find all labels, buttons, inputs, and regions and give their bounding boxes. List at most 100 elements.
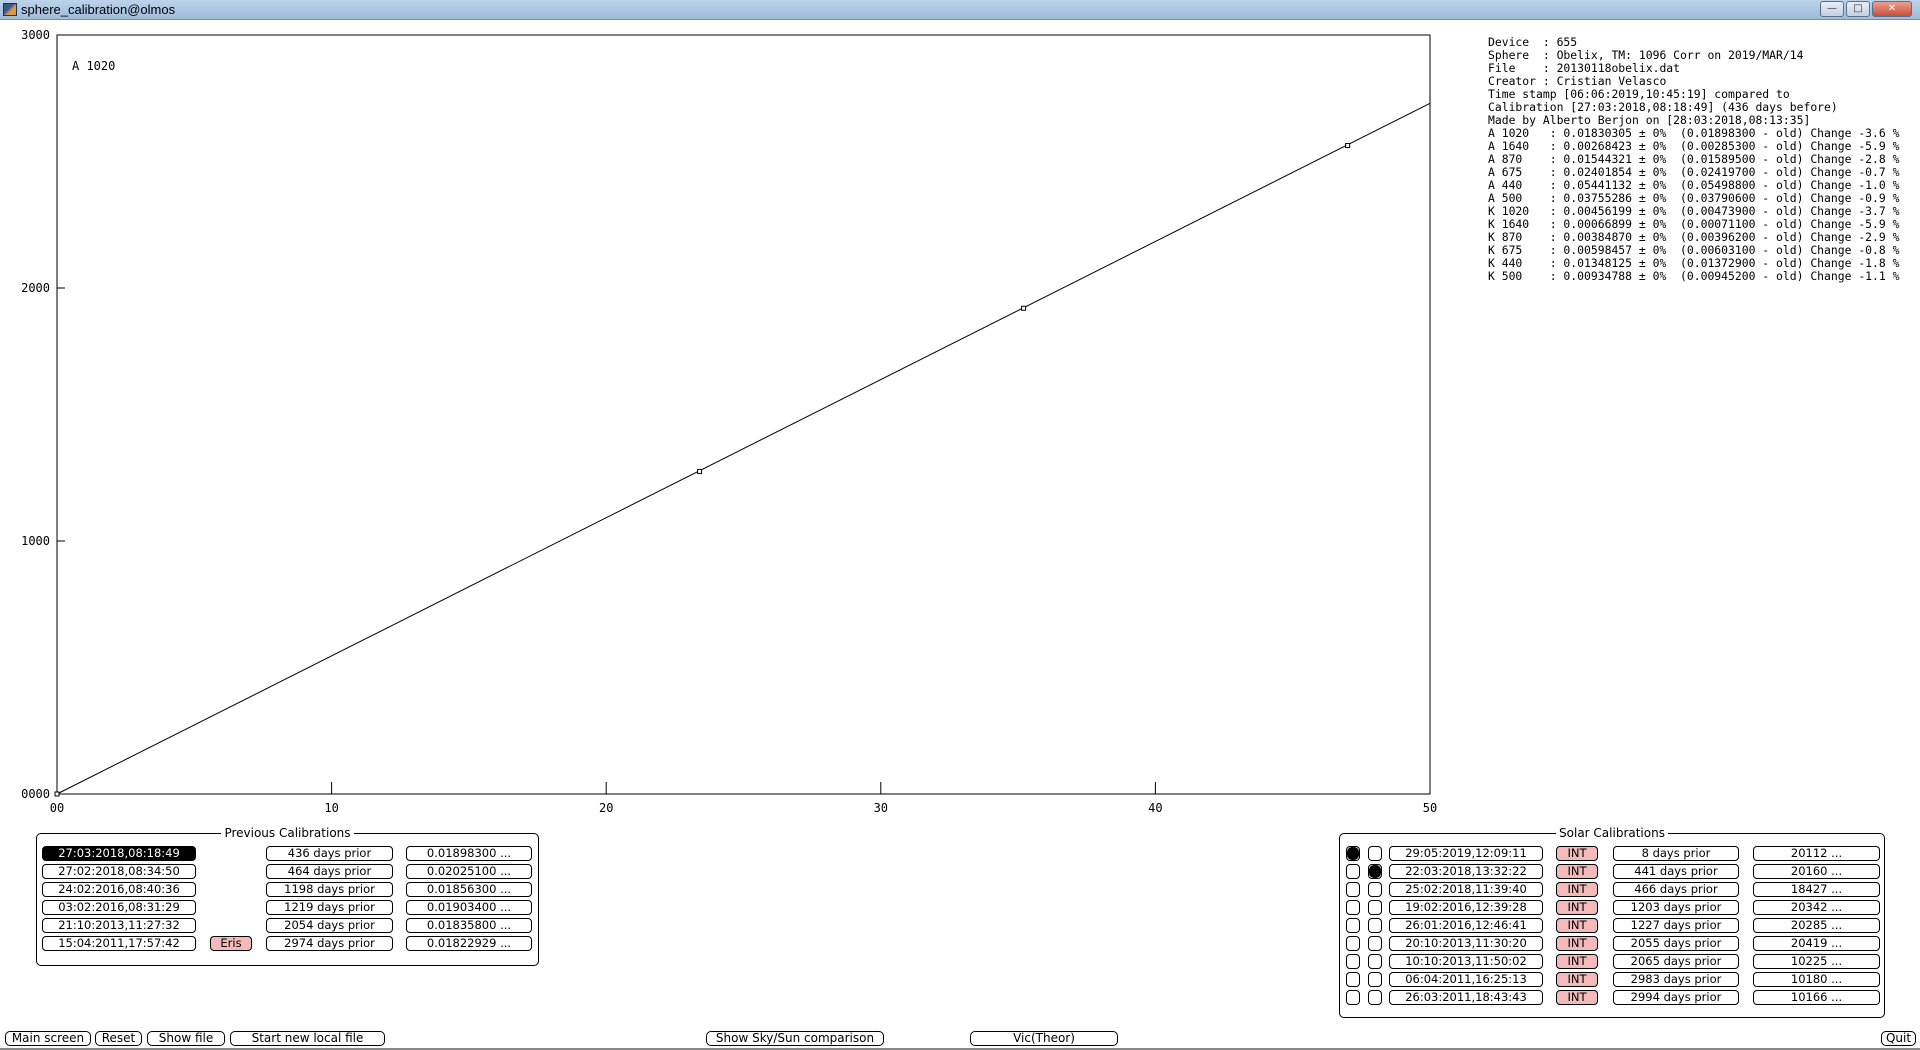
solar-select-radio-1[interactable] xyxy=(1346,918,1360,933)
previous-calibration-age[interactable]: 1219 days prior xyxy=(266,900,393,915)
solar-calibration-date[interactable]: 06:04:2011,16:25:13 xyxy=(1389,972,1543,987)
solar-calibration-age[interactable]: 2065 days prior xyxy=(1613,954,1739,969)
solar-calibration-value[interactable]: 10180 ... xyxy=(1753,972,1880,987)
solar-calibration-type[interactable]: INT xyxy=(1556,864,1598,879)
x-tick-label: 40 xyxy=(1148,801,1162,815)
solar-calibration-age[interactable]: 466 days prior xyxy=(1613,882,1739,897)
solar-select-radio-2[interactable] xyxy=(1368,936,1382,951)
solar-select-radio-2[interactable] xyxy=(1368,882,1382,897)
y-tick-label: 2000 xyxy=(21,281,50,295)
solar-calibration-age[interactable]: 1227 days prior xyxy=(1613,918,1739,933)
show-file-button[interactable]: Show file xyxy=(147,1031,225,1046)
solar-select-radio-1[interactable] xyxy=(1346,936,1360,951)
data-point xyxy=(1345,143,1351,149)
solar-select-radio-1[interactable] xyxy=(1346,900,1360,915)
info-line: K 500 : 0.00934788 ± 0% (0.00945200 - ol… xyxy=(1488,269,1900,283)
solar-select-radio-2[interactable] xyxy=(1368,846,1382,861)
solar-calibration-value[interactable]: 10225 ... xyxy=(1753,954,1880,969)
plot-frame xyxy=(56,34,1431,795)
solar-calibration-age[interactable]: 1203 days prior xyxy=(1613,900,1739,915)
solar-select-radio-1[interactable] xyxy=(1346,972,1360,987)
solar-select-radio-1[interactable] xyxy=(1346,864,1360,879)
app-icon xyxy=(3,3,17,16)
solar-calibration-value[interactable]: 20160 ... xyxy=(1753,864,1880,879)
calibration-plot: A 1020 00 10 20 30 40 50 0000 1000 2000 3000 xyxy=(21,28,1437,815)
previous-calibration-value[interactable]: 0.02025100 ... xyxy=(406,864,532,879)
solar-calibration-type[interactable]: INT xyxy=(1556,954,1598,969)
previous-calibration-date[interactable]: 27:02:2018,08:34:50 xyxy=(42,864,196,879)
previous-calibration-tag[interactable]: Eris xyxy=(210,936,252,951)
previous-calibration-value[interactable]: 0.01903400 ... xyxy=(406,900,532,915)
solar-calibration-date[interactable]: 26:03:2011,18:43:43 xyxy=(1389,990,1543,1005)
x-tick-label: 50 xyxy=(1423,801,1437,815)
solar-calibrations-title: Solar Calibrations xyxy=(1559,826,1665,840)
solar-calibration-value[interactable]: 20419 ... xyxy=(1753,936,1880,951)
y-tick-label: 3000 xyxy=(21,28,50,42)
solar-select-radio-2[interactable] xyxy=(1368,954,1382,969)
previous-calibration-age[interactable]: 464 days prior xyxy=(266,864,393,879)
data-point xyxy=(54,791,60,797)
previous-calibration-age[interactable]: 2974 days prior xyxy=(266,936,393,951)
previous-calibration-age[interactable]: 436 days prior xyxy=(266,846,393,861)
solar-calibration-value[interactable]: 20342 ... xyxy=(1753,900,1880,915)
solar-calibration-value[interactable]: 18427 ... xyxy=(1753,882,1880,897)
solar-calibration-date[interactable]: 26:01:2016,12:46:41 xyxy=(1389,918,1543,933)
solar-calibration-type[interactable]: INT xyxy=(1556,972,1598,987)
solar-calibration-type[interactable]: INT xyxy=(1556,882,1598,897)
previous-calibration-date[interactable]: 21:10:2013,11:27:32 xyxy=(42,918,196,933)
solar-calibration-type[interactable]: INT xyxy=(1556,900,1598,915)
previous-calibration-value[interactable]: 0.01856300 ... xyxy=(406,882,532,897)
previous-calibration-date[interactable]: 03:02:2016,08:31:29 xyxy=(42,900,196,915)
previous-calibration-value[interactable]: 0.01835800 ... xyxy=(406,918,532,933)
y-tick-label: 1000 xyxy=(21,534,50,548)
previous-calibration-date[interactable]: 15:04:2011,17:57:42 xyxy=(42,936,196,951)
solar-calibration-age[interactable]: 2983 days prior xyxy=(1613,972,1739,987)
solar-calibration-date[interactable]: 22:03:2018,13:32:22 xyxy=(1389,864,1543,879)
previous-calibration-date[interactable]: 27:03:2018,08:18:49 xyxy=(42,846,196,861)
solar-select-radio-1[interactable] xyxy=(1346,954,1360,969)
solar-calibration-age[interactable]: 2994 days prior xyxy=(1613,990,1739,1005)
solar-select-radio-2[interactable] xyxy=(1368,918,1382,933)
vic-theor-button[interactable]: Vic(Theor) xyxy=(970,1031,1118,1046)
solar-select-radio-1[interactable] xyxy=(1346,882,1360,897)
previous-calibration-date[interactable]: 24:02:2016,08:40:36 xyxy=(42,882,196,897)
solar-calibration-date[interactable]: 29:05:2019,12:09:11 xyxy=(1389,846,1543,861)
solar-select-radio-2[interactable] xyxy=(1368,900,1382,915)
solar-select-radio-1[interactable] xyxy=(1346,846,1360,861)
minimize-button[interactable]: — xyxy=(1820,1,1844,17)
main-screen-button[interactable]: Main screen xyxy=(5,1031,91,1046)
solar-calibration-value[interactable]: 10166 ... xyxy=(1753,990,1880,1005)
solar-calibration-date[interactable]: 25:02:2018,11:39:40 xyxy=(1389,882,1543,897)
solar-select-radio-1[interactable] xyxy=(1346,990,1360,1005)
plot-label: A 1020 xyxy=(72,59,115,73)
previous-calibration-value[interactable]: 0.01898300 ... xyxy=(406,846,532,861)
solar-select-radio-2[interactable] xyxy=(1368,864,1382,879)
previous-calibration-value[interactable]: 0.01822929 ... xyxy=(406,936,532,951)
solar-calibration-type[interactable]: INT xyxy=(1556,846,1598,861)
calibration-info-panel: Device : 655 Sphere : Obelix, TM: 1096 Co… xyxy=(1488,36,1899,283)
solar-calibration-age[interactable]: 441 days prior xyxy=(1613,864,1739,879)
solar-calibration-date[interactable]: 10:10:2013,11:50:02 xyxy=(1389,954,1543,969)
solar-calibration-value[interactable]: 20112 ... xyxy=(1753,846,1880,861)
solar-calibration-value[interactable]: 20285 ... xyxy=(1753,918,1880,933)
solar-calibration-type[interactable]: INT xyxy=(1556,936,1598,951)
solar-calibration-date[interactable]: 19:02:2016,12:39:28 xyxy=(1389,900,1543,915)
previous-calibration-age[interactable]: 2054 days prior xyxy=(266,918,393,933)
solar-select-radio-2[interactable] xyxy=(1368,990,1382,1005)
close-button[interactable]: ✕ xyxy=(1872,1,1912,17)
y-tick-label: 0000 xyxy=(21,787,50,801)
maximize-button[interactable]: □ xyxy=(1846,1,1870,17)
solar-select-radio-2[interactable] xyxy=(1368,972,1382,987)
solar-calibration-age[interactable]: 2055 days prior xyxy=(1613,936,1739,951)
x-tick-label: 00 xyxy=(50,801,64,815)
solar-calibration-type[interactable]: INT xyxy=(1556,918,1598,933)
start-new-local-file-button[interactable]: Start new local file xyxy=(230,1031,385,1046)
reset-button[interactable]: Reset xyxy=(95,1031,142,1046)
solar-calibration-type[interactable]: INT xyxy=(1556,990,1598,1005)
solar-calibration-date[interactable]: 20:10:2013,11:30:20 xyxy=(1389,936,1543,951)
solar-calibration-age[interactable]: 8 days prior xyxy=(1613,846,1739,861)
fit-line xyxy=(56,102,1431,795)
quit-button[interactable]: Quit xyxy=(1881,1031,1916,1046)
previous-calibration-age[interactable]: 1198 days prior xyxy=(266,882,393,897)
show-sky-sun-comparison-button[interactable]: Show Sky/Sun comparison xyxy=(706,1031,884,1046)
